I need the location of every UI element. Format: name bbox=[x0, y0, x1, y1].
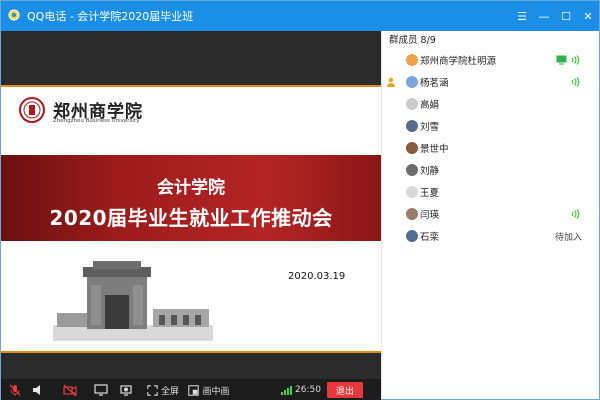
share-screen-button[interactable] bbox=[87, 379, 115, 400]
member-row[interactable]: 刘雪 bbox=[382, 115, 600, 137]
member-row[interactable]: 高娟 bbox=[382, 93, 600, 115]
member-row[interactable]: 闫瑛 bbox=[382, 203, 600, 225]
share-screen-icon bbox=[94, 384, 108, 396]
title-bar: QQ电话 - 会计学院2020届毕业班 ☰ — ☐ ✕ bbox=[1, 1, 599, 31]
maximize-button[interactable]: ☐ bbox=[555, 1, 577, 31]
fullscreen-label: 全屏 bbox=[160, 386, 179, 397]
call-toolbar: 全屏 画中画 26:50 退出 bbox=[1, 379, 381, 400]
member-row[interactable]: 景世中 bbox=[382, 137, 600, 159]
shared-screen-area[interactable]: 郑州商学院 Zhengzhou Business University 会计学院… bbox=[1, 31, 381, 379]
member-name: 王夏 bbox=[420, 188, 440, 199]
member-name: 闫瑛 bbox=[420, 210, 440, 221]
fullscreen-button[interactable]: 全屏 bbox=[143, 379, 183, 400]
minimize-button[interactable]: — bbox=[533, 1, 555, 31]
member-name: 郑州商学院杜明源 bbox=[420, 56, 497, 67]
camera-off-icon bbox=[63, 384, 77, 397]
slide-banner: 会计学院 2020届毕业生就业工作推动会 bbox=[1, 155, 381, 241]
member-avatar bbox=[406, 120, 418, 132]
banner-title-line2: 2020届毕业生就业工作推动会 bbox=[49, 206, 333, 230]
network-status: 26:50 bbox=[281, 379, 321, 400]
picture-in-picture-icon bbox=[188, 384, 200, 396]
member-list-panel: 群成员 8/9 郑州商学院杜明源 杨茗涵高娟刘雪景世中刘静王夏闫瑛石栾 待加入 bbox=[381, 31, 599, 399]
member-row[interactable]: 杨茗涵 bbox=[382, 71, 600, 93]
member-row[interactable]: 石栾 待加入 bbox=[382, 225, 600, 247]
picture-in-picture-button[interactable]: 画中画 bbox=[185, 379, 233, 400]
presentation-slide: 郑州商学院 Zhengzhou Business University 会计学院… bbox=[1, 85, 381, 353]
member-avatar bbox=[406, 230, 418, 242]
window-title: QQ电话 - 会计学院2020届毕业班 bbox=[27, 10, 194, 23]
member-name: 景世中 bbox=[420, 144, 449, 155]
window-controls: ☰ — ☐ ✕ bbox=[511, 1, 599, 31]
member-name: 刘静 bbox=[420, 166, 440, 177]
member-name: 高娟 bbox=[420, 100, 440, 111]
member-avatar bbox=[406, 142, 418, 154]
slide-bottom-divider bbox=[1, 351, 381, 353]
close-button[interactable]: ✕ bbox=[577, 1, 599, 31]
menu-button[interactable]: ☰ bbox=[511, 1, 533, 31]
record-button[interactable] bbox=[115, 379, 137, 400]
banner-title-line1: 会计学院 bbox=[157, 178, 225, 198]
member-status: 待加入 bbox=[554, 232, 582, 243]
school-seal-icon bbox=[19, 97, 45, 123]
member-avatar bbox=[406, 54, 418, 66]
speaking-icon bbox=[571, 209, 580, 219]
member-name: 杨茗涵 bbox=[420, 78, 449, 89]
call-duration: 26:50 bbox=[295, 385, 321, 395]
host-badge-icon bbox=[387, 77, 395, 87]
screen-share-icon bbox=[556, 55, 567, 65]
slide-top-divider bbox=[1, 85, 381, 87]
slide-date: 2020.03.19 bbox=[288, 271, 346, 282]
mic-muted-icon bbox=[9, 384, 21, 396]
member-row[interactable]: 王夏 bbox=[382, 181, 600, 203]
member-name: 石栾 bbox=[420, 232, 440, 243]
member-row[interactable]: 郑州商学院杜明源 bbox=[382, 49, 600, 71]
member-avatar bbox=[406, 186, 418, 198]
qq-call-window: QQ电话 - 会计学院2020届毕业班 ☰ — ☐ ✕ 郑州商学院 Zhengz… bbox=[0, 0, 600, 400]
record-icon bbox=[120, 385, 132, 396]
speaking-icon bbox=[571, 77, 580, 87]
fullscreen-icon bbox=[147, 384, 158, 396]
location-pin-icon bbox=[8, 9, 20, 21]
school-gate-image bbox=[53, 261, 213, 341]
school-name-en: Zhengzhou Business University bbox=[53, 118, 140, 124]
member-avatar bbox=[406, 208, 418, 220]
member-count-header: 群成员 8/9 bbox=[389, 35, 436, 46]
member-row[interactable]: 刘静 bbox=[382, 159, 600, 181]
signal-strength-icon bbox=[281, 385, 292, 395]
speaker-icon bbox=[33, 385, 40, 395]
speaking-icon bbox=[571, 55, 580, 65]
camera-button[interactable] bbox=[55, 379, 85, 400]
member-avatar bbox=[406, 164, 418, 176]
member-name: 刘雪 bbox=[420, 122, 440, 133]
exit-call-button[interactable]: 退出 bbox=[326, 382, 363, 398]
picture-in-picture-label: 画中画 bbox=[202, 386, 230, 397]
speaker-button[interactable] bbox=[27, 379, 49, 400]
member-avatar bbox=[406, 76, 418, 88]
mic-button[interactable] bbox=[3, 379, 27, 400]
member-avatar bbox=[406, 98, 418, 110]
